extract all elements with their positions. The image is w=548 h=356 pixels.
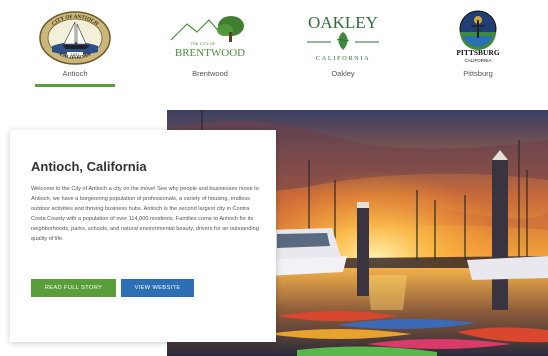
- tab-brentwood[interactable]: THE CITY OF BRENTWOOD Brentwood: [160, 6, 260, 92]
- svg-text:BRENTWOOD: BRENTWOOD: [175, 47, 245, 59]
- tab-antioch[interactable]: 1872 CITY OF ANTIOCH CALIFORNIA Antioch: [25, 6, 125, 92]
- city-info-card: Antioch, California Welcome to the City …: [10, 130, 276, 342]
- svg-text:PITTSBURG: PITTSBURG: [456, 48, 500, 57]
- svg-text:CALIFORNIA: CALIFORNIA: [464, 58, 491, 63]
- brentwood-logo-icon: THE CITY OF BRENTWOOD: [170, 16, 245, 59]
- oakley-logo-icon: OAKLEY CALIFORNIA: [307, 13, 379, 62]
- tab-antioch-label: Antioch: [62, 69, 88, 78]
- view-website-button[interactable]: VIEW WEBSITE: [121, 279, 194, 297]
- card-title: Antioch, California: [31, 159, 147, 174]
- tab-oakley-label: Oakley: [331, 69, 355, 78]
- svg-text:OAKLEY: OAKLEY: [308, 13, 378, 32]
- tab-brentwood-label: Brentwood: [192, 69, 228, 78]
- tab-pittsburg[interactable]: PITTSBURG CALIFORNIA Pittsburg: [428, 6, 528, 92]
- pittsburg-seal-icon: PITTSBURG CALIFORNIA: [456, 10, 500, 63]
- antioch-seal-icon: 1872 CITY OF ANTIOCH CALIFORNIA: [39, 11, 111, 65]
- card-description: Welcome to the City of Antioch a city on…: [31, 186, 259, 242]
- read-full-story-button[interactable]: READ FULL STORY: [31, 279, 116, 297]
- active-tab-indicator: [35, 84, 115, 87]
- svg-text:CALIFORNIA: CALIFORNIA: [316, 55, 370, 62]
- tab-pittsburg-label: Pittsburg: [463, 69, 493, 78]
- city-tabs: 1872 CITY OF ANTIOCH CALIFORNIA Antioch …: [0, 0, 548, 100]
- tab-oakley[interactable]: OAKLEY CALIFORNIA Oakley: [293, 6, 393, 92]
- svg-text:THE CITY OF: THE CITY OF: [191, 41, 216, 46]
